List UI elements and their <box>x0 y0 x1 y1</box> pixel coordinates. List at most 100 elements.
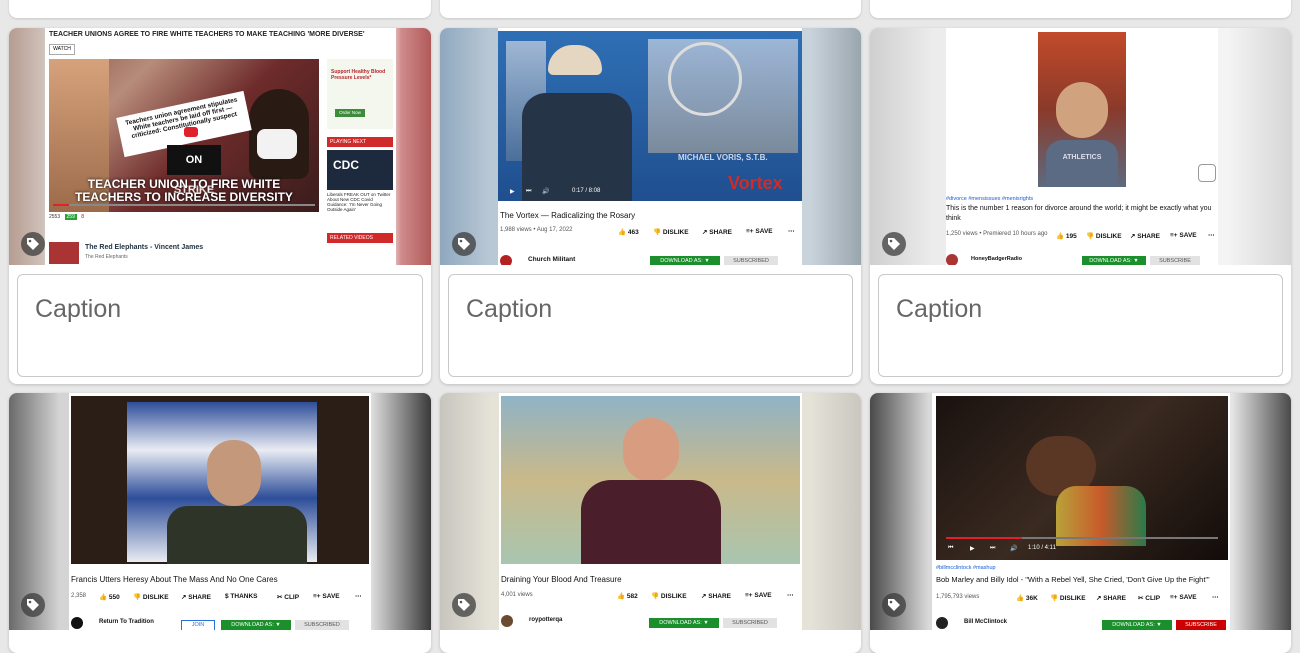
save-button[interactable]: ≡+ SAVE <box>1170 594 1197 601</box>
channel-name[interactable]: Return To Tradition <box>99 619 154 625</box>
video-frame[interactable]: Teachers union agreement stipulates Whit… <box>49 59 319 212</box>
channel-name[interactable]: Bill McClintock <box>964 619 1007 625</box>
tag-icon[interactable] <box>882 593 906 617</box>
side-ad[interactable]: Support Healthy Blood Pressure Levels* O… <box>327 59 393 129</box>
card-thumbnail[interactable]: TEACHER UNIONS AGREE TO FIRE WHITE TEACH… <box>9 28 431 265</box>
like-button[interactable]: 👍 550 <box>99 593 120 601</box>
media-card-1[interactable]: TEACHER UNIONS AGREE TO FIRE WHITE TEACH… <box>9 28 431 384</box>
subscribe-button[interactable]: SUBSCRIBE <box>1176 620 1226 630</box>
play-icon[interactable] <box>184 127 198 137</box>
media-card-3[interactable]: ATHLETICS #divorce #mensissues #menisrig… <box>870 28 1291 384</box>
like-button[interactable]: 👍 582 <box>617 592 638 600</box>
card-thumbnail[interactable]: MICHAEL VORIS, S.T.B. Vortex ▶ ⏭ 🔊 0:17 … <box>440 28 861 265</box>
card-thumbnail[interactable]: ATHLETICS #divorce #mensissues #menisrig… <box>870 28 1291 265</box>
likes-count[interactable]: 259 <box>64 214 77 220</box>
video-frame[interactable] <box>71 396 369 564</box>
subscribe-button[interactable]: SUBSCRIBED <box>723 618 777 628</box>
watch-button[interactable]: WATCH <box>49 44 75 55</box>
channel-name[interactable]: HoneyBadgerRadio <box>971 256 1022 262</box>
share-button[interactable]: ↗ SHARE <box>1096 594 1126 602</box>
caption-field[interactable]: Caption <box>17 274 423 377</box>
media-card-5[interactable]: Draining Your Blood And Treasure 4,001 v… <box>440 393 861 653</box>
caption-field[interactable]: Caption <box>448 274 853 377</box>
dislike-button[interactable]: 👎 DISLIKE <box>1050 594 1086 602</box>
tag-icon[interactable] <box>452 593 476 617</box>
player-controls[interactable]: ▶ ⏭ 🔊 0:17 / 8:08 <box>498 183 802 201</box>
speaker-body <box>581 480 721 564</box>
more-icon[interactable]: ⋯ <box>1212 593 1219 601</box>
channel-avatar[interactable] <box>71 617 83 629</box>
ad-order-button[interactable]: Order Now <box>335 109 365 117</box>
like-button[interactable]: 👍 195 <box>1056 232 1077 240</box>
media-card-6[interactable]: ⏮ ▶ ⏭ 🔊 1:10 / 4:11 #billmcclintock #mas… <box>870 393 1291 653</box>
more-icon[interactable]: ⋯ <box>787 591 794 599</box>
video-frame[interactable] <box>501 396 800 564</box>
media-card-2[interactable]: MICHAEL VORIS, S.T.B. Vortex ▶ ⏭ 🔊 0:17 … <box>440 28 861 384</box>
download-button[interactable]: DOWNLOAD AS: ▼ <box>1082 256 1146 265</box>
volume-icon[interactable]: 🔊 <box>1010 545 1017 552</box>
progress-bar[interactable] <box>946 537 1218 539</box>
tag-icon[interactable] <box>452 232 476 256</box>
play-icon[interactable]: ▶ <box>510 188 515 195</box>
next-video-thumb[interactable]: CDC <box>327 150 393 190</box>
more-icon[interactable]: ⋯ <box>1208 231 1215 239</box>
download-button[interactable]: DOWNLOAD AS: ▼ <box>221 620 291 630</box>
download-button[interactable]: DOWNLOAD AS: ▼ <box>649 618 719 628</box>
video-frame[interactable]: ⏮ ▶ ⏭ 🔊 1:10 / 4:11 <box>936 396 1228 560</box>
video-hashtags[interactable]: #divorce #mensissues #menisrights <box>946 196 1033 202</box>
download-button[interactable]: DOWNLOAD AS: ▼ <box>1102 620 1172 630</box>
more-icon[interactable]: ⋯ <box>788 227 795 235</box>
dislike-button[interactable]: 👎 DISLIKE <box>1086 232 1122 240</box>
next-icon[interactable]: ⏭ <box>990 545 995 552</box>
tag-icon[interactable] <box>21 593 45 617</box>
like-button[interactable]: 👍 463 <box>618 228 639 236</box>
thanks-button[interactable]: $ THANKS <box>225 593 258 600</box>
channel-name[interactable]: roypotterqa <box>529 617 562 623</box>
video-frame[interactable]: MICHAEL VORIS, S.T.B. Vortex ▶ ⏭ 🔊 0:17 … <box>498 31 802 201</box>
save-button[interactable]: ≡+ SAVE <box>746 228 773 235</box>
save-button[interactable]: ≡+ SAVE <box>1170 232 1197 239</box>
video-hashtags[interactable]: #billmcclintock #mashup <box>936 565 996 571</box>
more-icon[interactable]: ⋯ <box>355 592 362 600</box>
share-button[interactable]: ↗ SHARE <box>1130 232 1160 240</box>
dislike-button[interactable]: 👎 DISLIKE <box>133 593 169 601</box>
progress-bar[interactable] <box>53 204 315 206</box>
clip-button[interactable]: ✂ CLIP <box>277 593 299 601</box>
share-button[interactable]: ↗ SHARE <box>702 228 732 236</box>
card-thumbnail[interactable]: ⏮ ▶ ⏭ 🔊 1:10 / 4:11 #billmcclintock #mas… <box>870 393 1291 630</box>
card-thumbnail[interactable]: Draining Your Blood And Treasure 4,001 v… <box>440 393 861 630</box>
article-headline: TEACHER UNIONS AGREE TO FIRE WHITE TEACH… <box>49 31 365 38</box>
save-button[interactable]: ≡+ SAVE <box>313 593 340 600</box>
channel-avatar[interactable] <box>501 615 513 627</box>
download-button[interactable]: DOWNLOAD AS: ▼ <box>650 256 720 265</box>
next-icon[interactable]: ⏭ <box>526 188 531 195</box>
tag-icon[interactable] <box>21 232 45 256</box>
previous-icon[interactable]: ⏮ <box>948 545 953 552</box>
next-video-title[interactable]: Liberals FREAK OUT on Twitter About New … <box>327 192 393 212</box>
save-button[interactable]: ≡+ SAVE <box>745 592 772 599</box>
caption-field[interactable]: Caption <box>878 274 1283 377</box>
channel-avatar[interactable] <box>946 254 958 265</box>
player-controls[interactable]: ⏮ ▶ ⏭ 🔊 1:10 / 4:11 <box>936 540 1228 558</box>
dislike-button[interactable]: 👎 DISLIKE <box>653 228 689 236</box>
like-button[interactable]: 👍 36K <box>1016 594 1038 602</box>
tag-icon[interactable] <box>882 232 906 256</box>
clip-button[interactable]: ✂ CLIP <box>1138 594 1160 602</box>
share-button[interactable]: ↗ SHARE <box>181 593 211 601</box>
video-frame[interactable]: ATHLETICS <box>1038 32 1126 187</box>
channel-name[interactable]: Church Militant <box>528 256 575 263</box>
channel-name[interactable]: The Red Elephants - Vincent James <box>85 244 203 251</box>
volume-icon[interactable]: 🔊 <box>542 188 549 195</box>
join-button[interactable]: JOIN <box>181 620 215 630</box>
play-icon[interactable]: ▶ <box>970 545 975 552</box>
subscribe-button[interactable]: SUBSCRIBED <box>295 620 349 630</box>
share-button[interactable]: ↗ SHARE <box>701 592 731 600</box>
subscribe-button[interactable]: SUBSCRIBE <box>1150 256 1200 265</box>
dislike-button[interactable]: 👎 DISLIKE <box>651 592 687 600</box>
channel-avatar[interactable] <box>500 255 512 265</box>
card-thumbnail[interactable]: Francis Utters Heresy About The Mass And… <box>9 393 431 630</box>
subscribe-button[interactable]: SUBSCRIBED <box>724 256 778 265</box>
dislikes-count[interactable]: 8 <box>81 214 84 220</box>
channel-avatar[interactable] <box>936 617 948 629</box>
media-card-4[interactable]: Francis Utters Heresy About The Mass And… <box>9 393 431 653</box>
